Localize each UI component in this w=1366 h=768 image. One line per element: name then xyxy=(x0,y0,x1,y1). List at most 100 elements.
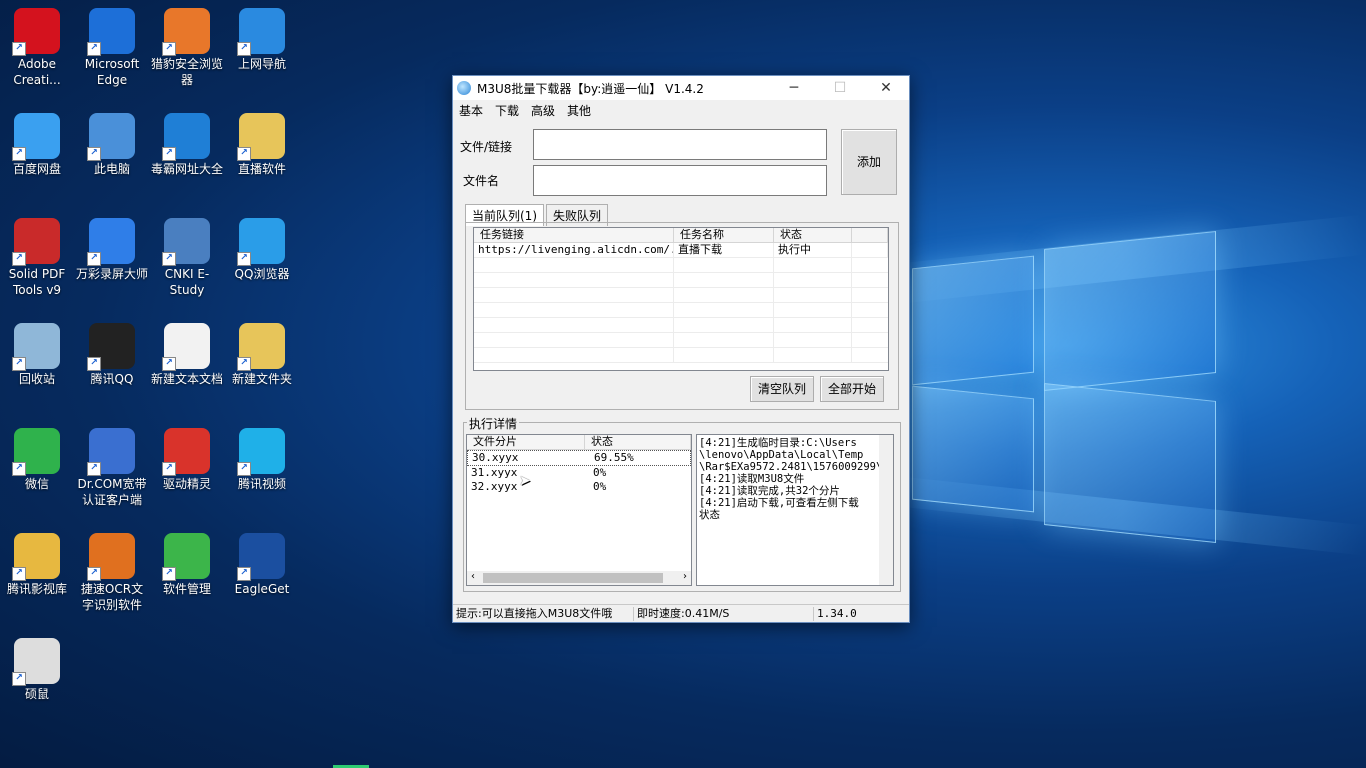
shortcut-arrow-icon: ↗ xyxy=(87,147,101,161)
add-button[interactable]: 添加 xyxy=(841,129,897,195)
desktop-shortcut-label: QQ浏览器 xyxy=(234,267,290,281)
col-task-name[interactable]: 任务名称 xyxy=(674,228,774,242)
shortcut-arrow-icon: ↗ xyxy=(87,42,101,56)
menu-download[interactable]: 下载 xyxy=(489,102,525,119)
desktop-shortcut[interactable]: ↗ 硕鼠 xyxy=(1,638,73,702)
queue-table-header: 任务链接 任务名称 状态 xyxy=(474,228,888,243)
shortcut-arrow-icon: ↗ xyxy=(162,462,176,476)
queue-panel: 任务链接 任务名称 状态 https://livenging.alicdn.co… xyxy=(465,222,899,410)
desktop-shortcut[interactable]: ↗ Dr.COM宽带认证客户端 xyxy=(76,428,148,508)
desktop-shortcut[interactable]: ↗ 捷速OCR文字识别软件 xyxy=(76,533,148,613)
desktop-shortcut-label: 微信 xyxy=(24,477,49,491)
desktop-shortcut-label: 腾讯影视库 xyxy=(6,582,67,596)
desktop-shortcut-label: 回收站 xyxy=(18,372,55,386)
ocr-icon: ↗ xyxy=(87,533,135,581)
desktop-shortcut-label: 腾讯视频 xyxy=(237,477,286,491)
desktop-shortcut[interactable]: ↗ Adobe Creati... xyxy=(1,8,73,88)
close-button[interactable]: ✕ xyxy=(863,76,909,100)
desktop-shortcut[interactable]: ↗ 新建文件夹 xyxy=(226,323,298,387)
qq-penguin-icon: ↗ xyxy=(87,323,135,371)
log-scrollbar[interactable] xyxy=(879,435,893,585)
clear-queue-button[interactable]: 清空队列 xyxy=(750,376,814,402)
shortcut-arrow-icon: ↗ xyxy=(87,357,101,371)
text-document-icon: ↗ xyxy=(162,323,210,371)
desktop-shortcut-label: EagleGet xyxy=(234,582,290,596)
start-all-button[interactable]: 全部开始 xyxy=(820,376,884,402)
minimize-button[interactable]: ─ xyxy=(771,76,817,100)
desktop-shortcut-label: 万彩录屏大师 xyxy=(76,267,149,281)
desktop-shortcut[interactable]: ↗ 腾讯影视库 xyxy=(1,533,73,597)
menu-other[interactable]: 其他 xyxy=(561,102,597,119)
desktop-shortcut-label: 驱动精灵 xyxy=(162,477,211,491)
desktop-shortcut[interactable]: ↗ 腾讯QQ xyxy=(76,323,148,387)
status-hint: 提示:可以直接拖入M3U8文件哦 xyxy=(456,607,613,620)
status-version: 1.34.0 xyxy=(813,607,857,621)
baidu-netdisk-icon: ↗ xyxy=(12,113,60,161)
adobe-cc-icon: ↗ xyxy=(12,8,60,56)
wechat-icon: ↗ xyxy=(12,428,60,476)
details-title: 执行详情 xyxy=(467,415,520,432)
col-segment-status[interactable]: 状态 xyxy=(585,435,691,449)
maximize-button[interactable]: ☐ xyxy=(817,76,863,100)
screen-recorder-icon: ↗ xyxy=(87,218,135,266)
desktop-shortcut[interactable]: ↗ 毒霸网址大全 xyxy=(151,113,223,177)
queue-table[interactable]: 任务链接 任务名称 状态 https://livenging.alicdn.co… xyxy=(473,227,889,371)
desktop-shortcut[interactable]: ↗ 腾讯视频 xyxy=(226,428,298,492)
shortcut-arrow-icon: ↗ xyxy=(237,462,251,476)
desktop-shortcut[interactable]: ↗ CNKI E-Study xyxy=(151,218,223,298)
shortcut-arrow-icon: ↗ xyxy=(12,672,26,686)
file-link-input[interactable] xyxy=(533,129,827,160)
desktop-shortcut[interactable]: ↗ Microsoft Edge xyxy=(76,8,148,88)
desktop-shortcut-label: 百度网盘 xyxy=(12,162,61,176)
shortcut-arrow-icon: ↗ xyxy=(237,567,251,581)
scroll-right-icon[interactable]: › xyxy=(683,571,687,582)
status-speed: 即时速度:0.41M/S xyxy=(633,607,729,621)
file-name-input[interactable] xyxy=(533,165,827,196)
desktop-shortcut[interactable]: ↗ 上网导航 xyxy=(226,8,298,72)
desktop-shortcut[interactable]: ↗ 直播软件 xyxy=(226,113,298,177)
col-segment[interactable]: 文件分片 xyxy=(467,435,585,449)
table-row[interactable]: https://livenging.alicdn.com/... 直播下载 执行… xyxy=(474,243,888,258)
desktop-shortcut[interactable]: ↗ 驱动精灵 xyxy=(151,428,223,492)
desktop-shortcut[interactable]: ↗ 百度网盘 xyxy=(1,113,73,177)
shortcut-arrow-icon: ↗ xyxy=(12,42,26,56)
table-row[interactable]: 30.xyyx 69.55% xyxy=(467,450,691,466)
network-shield-icon: ↗ xyxy=(87,428,135,476)
scroll-thumb[interactable] xyxy=(483,573,663,583)
desktop-shortcut[interactable]: ↗ 回收站 xyxy=(1,323,73,387)
desktop-shortcut[interactable]: ↗ QQ浏览器 xyxy=(226,218,298,282)
segments-table[interactable]: 文件分片 状态 30.xyyx 69.55% 31.xyyx 0% 32.xyy… xyxy=(466,434,692,586)
desktop-shortcut[interactable]: ↗ Solid PDF Tools v9 xyxy=(1,218,73,298)
log-output[interactable]: [4:21]生成临时目录:C:\Users \lenovo\AppData\Lo… xyxy=(696,434,894,586)
shortcut-arrow-icon: ↗ xyxy=(237,357,251,371)
col-status[interactable]: 状态 xyxy=(774,228,852,242)
scroll-left-icon[interactable]: ‹ xyxy=(471,571,475,582)
desktop-shortcut-label: 软件管理 xyxy=(162,582,211,596)
desktop-shortcut[interactable]: ↗ 万彩录屏大师 xyxy=(76,218,148,282)
desktop-shortcut-label: Microsoft Edge xyxy=(84,57,140,87)
menu-bar: 基本 下载 高级 其他 xyxy=(453,100,909,120)
title-bar[interactable]: M3U8批量下载器【by:逍遥一仙】 V1.4.2 ─ ☐ ✕ xyxy=(453,76,909,100)
table-row[interactable]: 32.xyyx 0% xyxy=(467,480,691,494)
horizontal-scrollbar[interactable]: ‹ › xyxy=(467,571,691,585)
menu-basic[interactable]: 基本 xyxy=(453,102,489,119)
shortcut-arrow-icon: ↗ xyxy=(12,567,26,581)
menu-advanced[interactable]: 高级 xyxy=(525,102,561,119)
shortcut-arrow-icon: ↗ xyxy=(87,567,101,581)
desktop-shortcut[interactable]: ↗ 此电脑 xyxy=(76,113,148,177)
shortcut-arrow-icon: ↗ xyxy=(12,462,26,476)
shortcut-arrow-icon: ↗ xyxy=(162,567,176,581)
row-name: 直播下载 xyxy=(674,243,774,257)
col-task-link[interactable]: 任务链接 xyxy=(474,228,674,242)
col-extra xyxy=(852,228,888,242)
desktop-shortcut[interactable]: ↗ 软件管理 xyxy=(151,533,223,597)
mouse-cursor-icon: ➤ xyxy=(519,473,531,489)
desktop-shortcut[interactable]: ↗ 新建文本文档 xyxy=(151,323,223,387)
desktop-shortcut[interactable]: ↗ 猎豹安全浏览器 xyxy=(151,8,223,88)
desktop-shortcut[interactable]: ↗ EagleGet xyxy=(226,533,298,597)
table-row[interactable]: 31.xyyx 0% xyxy=(467,466,691,480)
desktop-shortcut[interactable]: ↗ 微信 xyxy=(1,428,73,492)
folder-icon: ↗ xyxy=(237,113,285,161)
shortcut-arrow-icon: ↗ xyxy=(162,42,176,56)
mouse-icon: ↗ xyxy=(12,638,60,686)
